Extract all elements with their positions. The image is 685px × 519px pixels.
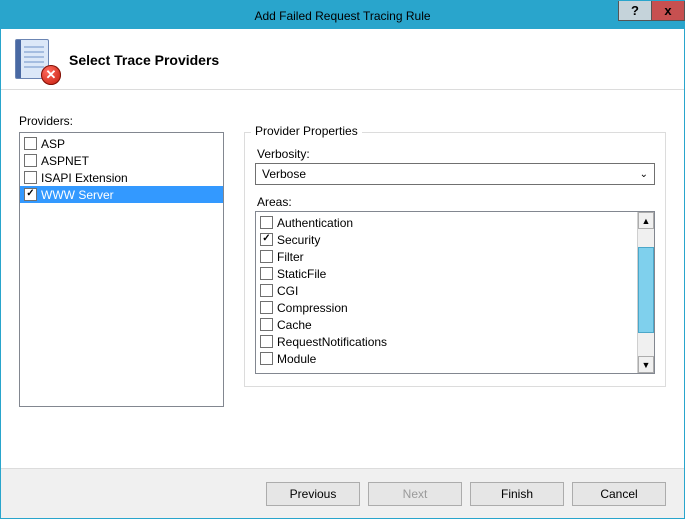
provider-checkbox[interactable] xyxy=(24,171,37,184)
wizard-body: Providers: ASP ASPNET ISAPI Extension WWW S… xyxy=(1,90,684,482)
close-button[interactable]: x xyxy=(651,1,685,21)
close-icon: x xyxy=(664,3,671,18)
area-item[interactable]: Filter xyxy=(256,248,637,265)
area-checkbox[interactable] xyxy=(260,301,273,314)
area-item-label: Filter xyxy=(277,250,304,264)
area-item[interactable]: StaticFile xyxy=(256,265,637,282)
area-item-label: Security xyxy=(277,233,320,247)
titlebar-buttons: ? x xyxy=(618,1,684,21)
verbosity-label: Verbosity: xyxy=(257,147,655,161)
provider-checkbox[interactable] xyxy=(24,188,37,201)
previous-button[interactable]: Previous xyxy=(266,482,360,506)
area-checkbox[interactable] xyxy=(260,284,273,297)
properties-column: . Provider Properties Verbosity: Verbose… xyxy=(244,114,666,407)
provider-item[interactable]: ASP xyxy=(20,135,223,152)
area-checkbox[interactable] xyxy=(260,352,273,365)
wizard-header: ✕ Select Trace Providers xyxy=(1,29,684,90)
provider-item-label: ASPNET xyxy=(41,154,89,168)
titlebar[interactable]: Add Failed Request Tracing Rule ? x xyxy=(1,1,684,29)
area-checkbox[interactable] xyxy=(260,233,273,246)
cancel-label: Cancel xyxy=(600,487,637,501)
area-item-label: Module xyxy=(277,352,316,366)
finish-button[interactable]: Finish xyxy=(470,482,564,506)
area-item[interactable]: CGI xyxy=(256,282,637,299)
areas-scrollbar[interactable]: ▲ ▼ xyxy=(637,212,654,373)
provider-item-label: ASP xyxy=(41,137,65,151)
verbosity-select[interactable]: Verbose ⌄ xyxy=(255,163,655,185)
area-item[interactable]: RequestNotifications xyxy=(256,333,637,350)
wizard-icon: ✕ xyxy=(15,39,57,81)
providers-column: Providers: ASP ASPNET ISAPI Extension WWW S… xyxy=(19,114,224,407)
area-item[interactable]: Compression xyxy=(256,299,637,316)
scroll-thumb[interactable] xyxy=(638,247,654,333)
area-item-label: Authentication xyxy=(277,216,353,230)
finish-label: Finish xyxy=(501,487,533,501)
verbosity-value: Verbose xyxy=(262,167,306,181)
area-item-label: CGI xyxy=(277,284,298,298)
scroll-down-button[interactable]: ▼ xyxy=(638,356,654,373)
area-item[interactable]: Security xyxy=(256,231,637,248)
provider-item-label: WWW Server xyxy=(41,188,114,202)
error-badge-icon: ✕ xyxy=(41,65,61,85)
provider-item-label: ISAPI Extension xyxy=(41,171,128,185)
provider-properties-group: Provider Properties Verbosity: Verbose ⌄… xyxy=(244,132,666,387)
areas-label: Areas: xyxy=(257,195,655,209)
wizard-footer: Previous Next Finish Cancel xyxy=(1,468,684,518)
next-label: Next xyxy=(403,487,428,501)
area-checkbox[interactable] xyxy=(260,267,273,280)
area-item[interactable]: Cache xyxy=(256,316,637,333)
area-checkbox[interactable] xyxy=(260,250,273,263)
provider-item[interactable]: ASPNET xyxy=(20,152,223,169)
area-item-label: Cache xyxy=(277,318,312,332)
previous-label: Previous xyxy=(290,487,337,501)
area-item-label: Compression xyxy=(277,301,348,315)
chevron-down-icon: ⌄ xyxy=(640,169,648,180)
scroll-track[interactable] xyxy=(638,229,654,356)
properties-legend: Provider Properties xyxy=(251,124,362,138)
provider-checkbox[interactable] xyxy=(24,137,37,150)
area-item-label: StaticFile xyxy=(277,267,326,281)
area-checkbox[interactable] xyxy=(260,318,273,331)
areas-list[interactable]: Authentication Security Filter StaticFile CG… xyxy=(256,212,637,373)
cancel-button[interactable]: Cancel xyxy=(572,482,666,506)
next-button: Next xyxy=(368,482,462,506)
area-item[interactable]: Module xyxy=(256,350,637,367)
help-icon: ? xyxy=(631,3,639,18)
dialog-window: Add Failed Request Tracing Rule ? x ✕ Se… xyxy=(0,0,685,519)
providers-label: Providers: xyxy=(19,114,224,128)
area-checkbox[interactable] xyxy=(260,335,273,348)
areas-list-wrap: Authentication Security Filter StaticFile CG… xyxy=(255,211,655,374)
provider-item[interactable]: WWW Server xyxy=(20,186,223,203)
providers-list[interactable]: ASP ASPNET ISAPI Extension WWW Server xyxy=(19,132,224,407)
area-item-label: RequestNotifications xyxy=(277,335,387,349)
area-checkbox[interactable] xyxy=(260,216,273,229)
help-button[interactable]: ? xyxy=(618,1,652,21)
page-title: Select Trace Providers xyxy=(69,52,219,68)
scroll-up-button[interactable]: ▲ xyxy=(638,212,654,229)
area-item[interactable]: Authentication xyxy=(256,214,637,231)
provider-item[interactable]: ISAPI Extension xyxy=(20,169,223,186)
window-title: Add Failed Request Tracing Rule xyxy=(1,7,684,23)
provider-checkbox[interactable] xyxy=(24,154,37,167)
